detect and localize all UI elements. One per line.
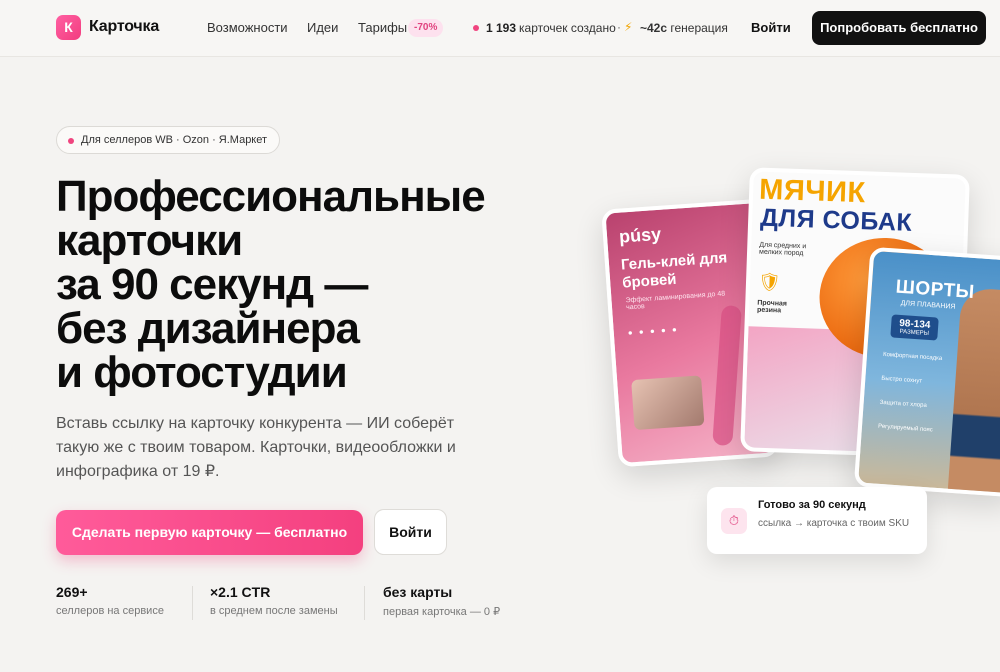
- metric-no-card-label: первая карточка — 0 ₽: [383, 606, 501, 618]
- pill-dot-icon: [68, 138, 74, 144]
- card-feature: Регулируемый пояс: [877, 423, 933, 434]
- audience-pill: Для селлеров WB · Ozon · Я.Маркет: [56, 126, 281, 154]
- card-title: Гель-клей для бровей: [620, 249, 728, 292]
- headline-line: и фотостудии: [56, 348, 348, 397]
- generation-time-label: генерация: [670, 21, 728, 35]
- headline-line: за 90 секунд —: [56, 260, 368, 309]
- top-nav: К Карточка Возможности Идеи Тарифы -70% …: [0, 0, 1000, 57]
- live-indicator-icon: [473, 25, 479, 31]
- rating-dots: ● ● ● ● ●: [627, 324, 680, 338]
- logo-icon[interactable]: К: [56, 15, 81, 40]
- headline-line: Профессиональные: [56, 172, 486, 221]
- card-subtitle: Для средних и мелких пород: [758, 241, 807, 258]
- hero-headline: Профессиональные карточки за 90 секунд —…: [56, 175, 596, 395]
- nav-link-ideas[interactable]: Идеи: [307, 20, 338, 35]
- card-subtitle: Эффект ламинирования до 48 часов: [625, 290, 726, 312]
- hero-login-button[interactable]: Войти: [374, 509, 447, 555]
- size-badge: 98-134 РАЗМЕРЫ: [890, 314, 939, 341]
- size-label: РАЗМЕРЫ: [899, 328, 930, 337]
- cards-created-count: 1 193: [486, 21, 517, 35]
- card-title-second: ДЛЯ СОБАК: [759, 203, 913, 237]
- discount-badge: -70%: [408, 19, 444, 37]
- audience-pill-label: Для селлеров WB · Ozon · Я.Маркет: [81, 134, 268, 146]
- stats-separator: ·: [617, 20, 621, 34]
- card-decoration: [712, 304, 742, 447]
- shield-icon: 🛡: [757, 271, 782, 293]
- metric-divider: [364, 586, 365, 620]
- metric-no-card-value: без карты: [383, 584, 453, 600]
- bolt-icon: ⚡: [624, 20, 633, 34]
- toast-text: ссылка → карточка с твоим SKU: [758, 518, 910, 529]
- create-first-card-button[interactable]: Сделать первую карточку — бесплатно: [56, 510, 363, 555]
- headline-line: без дизайнера: [56, 304, 360, 353]
- model-photo: [947, 287, 1000, 498]
- card-brand: púsy: [618, 223, 662, 247]
- example-card-swim-shorts: ШОРТЫ ДЛЯ ПЛАВАНИЯ 98-134 РАЗМЕРЫ Комфор…: [853, 246, 1000, 498]
- cards-created-label: карточек создано: [519, 21, 616, 35]
- card-feature: Быстро сохнут: [881, 375, 923, 385]
- try-free-button[interactable]: Попробовать бесплатно: [812, 11, 986, 45]
- brand-name[interactable]: Карточка: [89, 18, 159, 36]
- nav-link-features[interactable]: Возможности: [207, 20, 288, 35]
- hero-subtitle: Вставь ссылку на карточку конкурента — И…: [56, 415, 456, 480]
- card-feature: Комфортная посадка: [882, 351, 943, 362]
- toast-title: Готово за 90 секунд: [758, 499, 866, 511]
- nav-link-pricing[interactable]: Тарифы: [358, 20, 407, 35]
- metric-sellers-label: селлеров на сервисе: [56, 605, 164, 617]
- card-feature: Защита от хлора: [879, 399, 927, 410]
- metric-sellers-value: 269+: [56, 584, 88, 600]
- timer-icon: ⏱: [721, 508, 747, 534]
- metric-ctr-value: ×2.1 CTR: [210, 584, 271, 600]
- generation-time: ~42с генерация: [640, 21, 728, 35]
- eye-photo: [631, 375, 705, 431]
- login-link[interactable]: Войти: [751, 20, 791, 35]
- generation-time-value: ~42с: [640, 21, 668, 35]
- headline-line: карточки: [56, 216, 243, 265]
- card-feature: Прочная резина: [756, 299, 788, 315]
- metric-ctr-label: в среднем после замены: [210, 605, 338, 617]
- metric-divider: [192, 586, 193, 620]
- ready-toast: ⏱ Готово за 90 секунд ссылка → карточка …: [707, 487, 927, 554]
